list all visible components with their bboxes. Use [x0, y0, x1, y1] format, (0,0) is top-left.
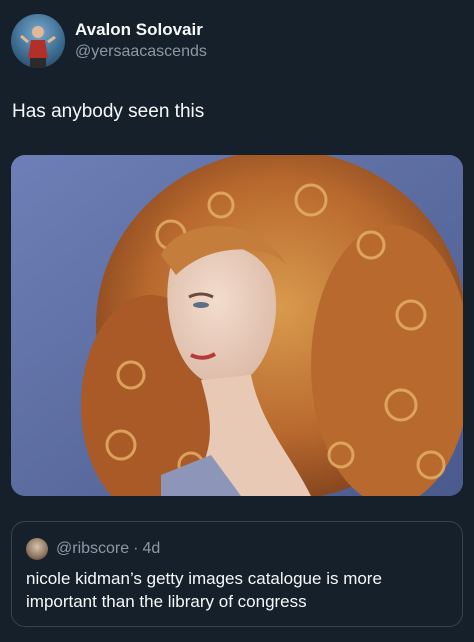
- author-display-name[interactable]: Avalon Solovair: [75, 19, 207, 41]
- portrait-photo: [11, 155, 463, 496]
- quoted-author-handle[interactable]: @ribscore: [56, 540, 129, 558]
- tweet-text: Has anybody seen this: [12, 101, 205, 122]
- quoted-timestamp[interactable]: 4d: [142, 540, 160, 558]
- author-names: Avalon Solovair @yersaacascends: [75, 19, 207, 63]
- author-avatar[interactable]: [11, 14, 65, 68]
- quoted-author-avatar[interactable]: [26, 538, 48, 560]
- quoted-separator: ·: [133, 540, 139, 557]
- tweet-media-image[interactable]: [11, 155, 463, 496]
- tweet-header: Avalon Solovair @yersaacascends: [11, 14, 207, 68]
- author-handle[interactable]: @yersaacascends: [75, 41, 207, 63]
- quoted-tweet[interactable]: @ribscore · 4d nicole kidman’s getty ima…: [11, 521, 463, 627]
- quoted-tweet-text: nicole kidman’s getty images catalogue i…: [26, 569, 382, 611]
- quoted-tweet-header: @ribscore · 4d: [26, 538, 160, 560]
